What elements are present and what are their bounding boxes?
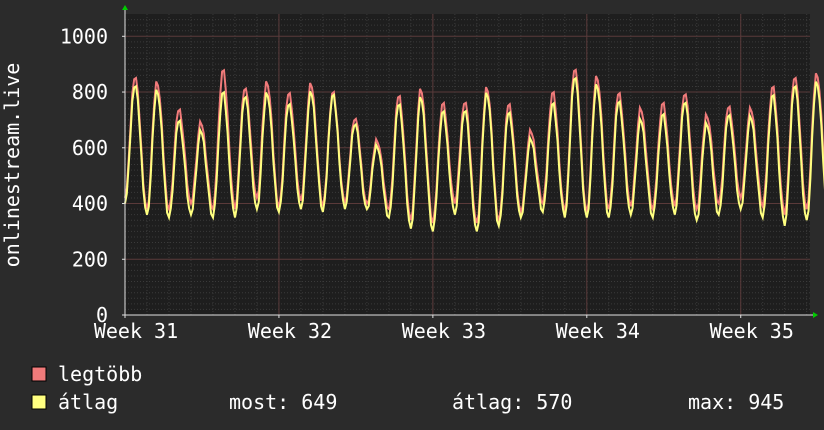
legend-label-avg: átlag bbox=[58, 390, 118, 414]
x-tick-label: Week 31 bbox=[94, 319, 178, 343]
chart: 02004006008001000 Week 31 Week 32 Week 33 W… bbox=[0, 5, 824, 414]
legend-swatch-avg bbox=[31, 394, 47, 410]
x-tick-label: Week 33 bbox=[402, 319, 486, 343]
y-tick-label: 800 bbox=[72, 80, 108, 104]
x-tick-label: Week 34 bbox=[556, 319, 640, 343]
x-axis-arrow bbox=[813, 312, 818, 318]
y-tick-label: 400 bbox=[72, 192, 108, 216]
x-axis-ticks: Week 31 Week 32 Week 33 Week 34 Week 35 bbox=[94, 315, 794, 343]
legend-swatch-max bbox=[31, 366, 47, 382]
y-axis-arrow bbox=[122, 5, 128, 10]
y-axis-label: onlinestream.live bbox=[0, 63, 24, 268]
y-axis-ticks: 02004006008001000 bbox=[60, 24, 125, 327]
legend-label-max: legtöbb bbox=[58, 362, 142, 386]
x-tick-label: Week 32 bbox=[248, 319, 332, 343]
y-tick-label: 200 bbox=[72, 247, 108, 271]
x-tick-label: Week 35 bbox=[710, 319, 794, 343]
legend-average: átlag: 570 bbox=[452, 390, 572, 414]
legend-current: most: 649 bbox=[229, 390, 337, 414]
legend-maximum: max: 945 bbox=[688, 390, 784, 414]
y-tick-label: 1000 bbox=[60, 24, 108, 48]
y-tick-label: 600 bbox=[72, 136, 108, 160]
